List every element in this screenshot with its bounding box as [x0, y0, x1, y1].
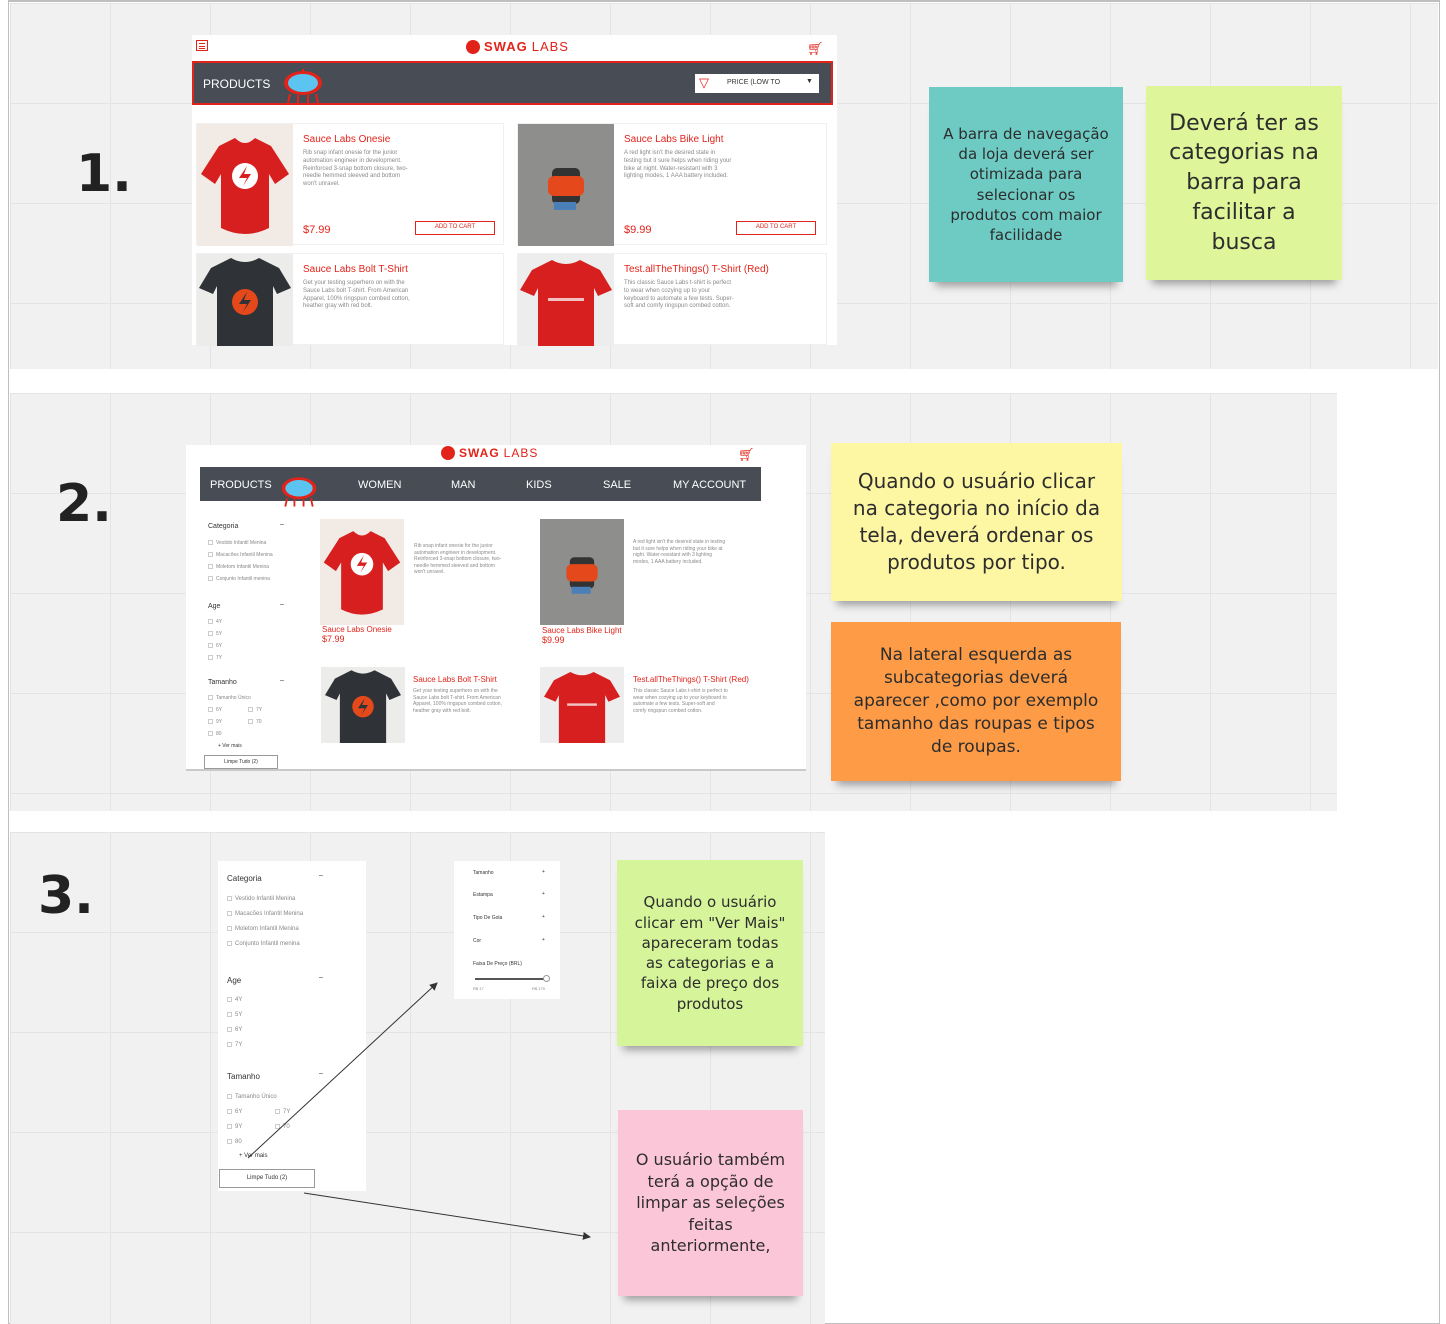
- arrow-to-clear-note: [303, 1192, 591, 1240]
- sticky-note: Quando o usuário clicar em "Ver Mais" ap…: [617, 860, 803, 1046]
- sticky-note-text: O usuário também terá a opção de limpar …: [635, 1150, 786, 1256]
- sticky-note-text: Quando o usuário clicar em "Ver Mais" ap…: [634, 893, 786, 1013]
- arrow-to-more-filters: [247, 982, 438, 1159]
- sticky-note: O usuário também terá a opção de limpar …: [618, 1110, 803, 1296]
